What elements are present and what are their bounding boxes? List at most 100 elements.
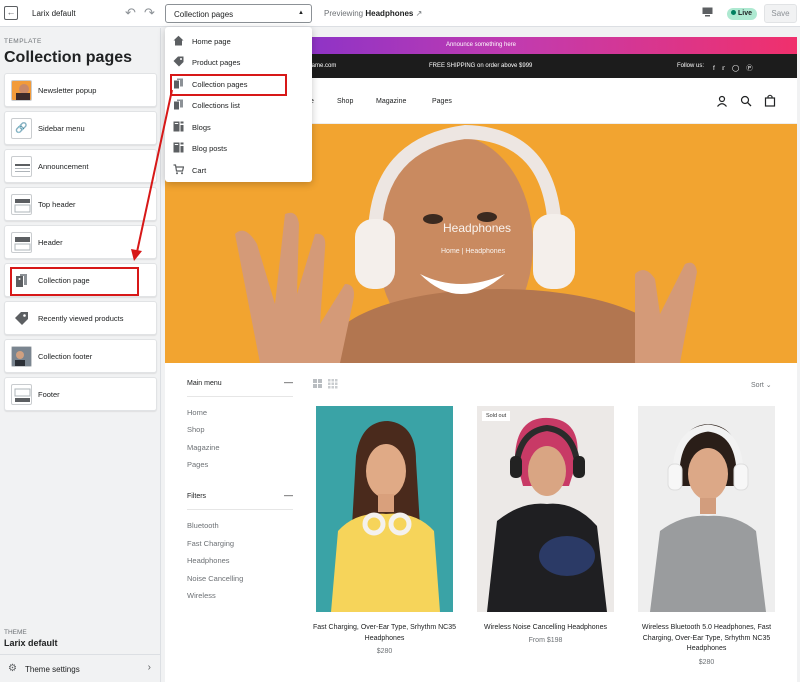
theme-settings-button[interactable]: ⚙ Theme settings ›	[0, 654, 161, 682]
editor-topbar: ← Larix default ↶ ↷ Collection pages ▲ P…	[0, 0, 800, 27]
menu-item-product-pages[interactable]: Product pages	[165, 52, 312, 72]
newsletter-thumbnail	[11, 80, 32, 101]
section-label: Announcement	[38, 162, 89, 171]
product-price: $280	[376, 648, 393, 655]
template-kicker: TEMPLATE	[4, 38, 42, 45]
sold-out-badge: Sold out	[482, 411, 511, 421]
save-button[interactable]: Save	[764, 4, 797, 23]
collapse-icon[interactable]: —	[284, 490, 293, 500]
top-header-layout-icon	[11, 194, 32, 215]
section-newsletter-popup[interactable]: Newsletter popup	[4, 73, 157, 107]
section-recently-viewed[interactable]: Recently viewed products	[4, 301, 157, 335]
page-title: Collection pages	[4, 49, 133, 66]
menu-link[interactable]: Pages	[187, 460, 208, 469]
preview-indicator[interactable]: Previewing Headphones ↗	[324, 9, 422, 18]
shipping-notice: FREE SHIPPING on order above $999	[429, 63, 533, 69]
caret-up-icon: ▲	[298, 10, 304, 16]
section-label: Sidebar menu	[38, 124, 85, 133]
filter-option[interactable]: Fast Charging	[187, 539, 234, 548]
product-name[interactable]: Wireless Noise Cancelling Headphones	[473, 623, 618, 634]
menu-item-collections-list[interactable]: Collections list	[165, 95, 312, 115]
live-badge-label: Live	[738, 10, 753, 17]
preview-prefix: Previewing	[324, 9, 364, 18]
desktop-icon[interactable]	[702, 7, 713, 17]
product-image[interactable]	[638, 406, 775, 612]
preview-product: Headphones	[365, 9, 414, 18]
hero-title: Headphones	[443, 221, 512, 235]
section-label: Header	[38, 238, 63, 247]
menu-item-label: Product pages	[192, 58, 241, 67]
section-announcement[interactable]: Announcement	[4, 149, 157, 183]
account-icon[interactable]	[716, 95, 728, 107]
section-label: Recently viewed products	[38, 314, 124, 323]
menu-link[interactable]: Home	[187, 408, 207, 417]
cart-icon	[173, 164, 184, 175]
sort-dropdown[interactable]: Sort ⌄	[751, 381, 772, 389]
section-label: Top header	[38, 200, 76, 209]
menu-item-blog-posts[interactable]: Blog posts	[165, 138, 312, 158]
blog-icon	[173, 142, 184, 153]
filter-option[interactable]: Wireless	[187, 591, 216, 600]
search-icon[interactable]	[740, 95, 752, 107]
breadcrumb[interactable]: Home | Headphones	[441, 248, 505, 255]
filter-option[interactable]: Headphones	[187, 556, 230, 565]
product-price: $280	[698, 659, 715, 666]
pinterest-icon[interactable]: Ⓟ	[746, 65, 760, 72]
page-template-select[interactable]: Collection pages ▲	[165, 4, 312, 23]
filters-heading[interactable]: Filters	[187, 493, 206, 500]
home-icon	[173, 35, 184, 46]
section-footer[interactable]: Footer	[4, 377, 157, 411]
follow-label: Follow us:	[677, 63, 705, 69]
menu-item-label: Collections list	[192, 101, 240, 110]
menu-item-home-page[interactable]: Home page	[165, 31, 312, 51]
twitter-icon[interactable]: 𝕣	[722, 65, 732, 72]
social-icons: f𝕣◯Ⓟ	[713, 62, 760, 72]
section-label: Collection footer	[38, 352, 93, 361]
nav-link-pages[interactable]: Pages	[432, 98, 452, 105]
section-header[interactable]: Header	[4, 225, 157, 259]
filter-option[interactable]: Noise Cancelling	[187, 574, 243, 583]
grid-view-icons	[313, 379, 338, 389]
external-link-icon: ↗	[415, 9, 423, 18]
collection-footer-thumbnail	[11, 346, 32, 367]
page-template-select-value: Collection pages	[174, 10, 234, 19]
product-image[interactable]	[316, 406, 453, 612]
gear-icon: ⚙	[8, 663, 17, 674]
main-menu-heading[interactable]: Main menu	[187, 380, 222, 387]
highlight-collection-page-section	[10, 267, 139, 296]
header-layout-icon	[11, 232, 32, 253]
menu-item-blogs[interactable]: Blogs	[165, 117, 312, 137]
exit-icon[interactable]: ←	[4, 6, 18, 20]
section-label: Newsletter popup	[38, 86, 97, 95]
section-top-header[interactable]: Top header	[4, 187, 157, 221]
collapse-icon[interactable]: —	[284, 377, 293, 387]
undo-icon[interactable]: ↶	[125, 5, 136, 21]
menu-item-label: Home page	[192, 37, 231, 46]
section-sidebar-menu[interactable]: 🔗 Sidebar menu	[4, 111, 157, 145]
menu-link[interactable]: Shop	[187, 425, 205, 434]
divider	[187, 509, 293, 510]
redo-icon[interactable]: ↷	[144, 5, 155, 21]
chevron-down-icon: ⌄	[765, 382, 772, 389]
menu-item-label: Blog posts	[192, 144, 228, 153]
grid-3-icon	[328, 379, 338, 389]
bag-icon[interactable]	[764, 94, 776, 107]
nav-link-magazine[interactable]: Magazine	[376, 98, 406, 105]
product-name[interactable]: Fast Charging, Over-Ear Type, Srhythm NC…	[312, 623, 457, 644]
divider	[187, 396, 293, 397]
product-name[interactable]: Wireless Bluetooth 5.0 Headphones, Fast …	[634, 623, 779, 655]
menu-item-label: Cart	[192, 166, 207, 175]
nav-link-shop[interactable]: Shop	[337, 98, 353, 105]
filter-option[interactable]: Bluetooth	[187, 521, 219, 530]
menu-link[interactable]: Magazine	[187, 443, 220, 452]
theme-name-footer: Larix default	[4, 638, 58, 648]
menu-item-label: Blogs	[192, 123, 211, 132]
menu-item-cart[interactable]: Cart	[165, 160, 312, 180]
tag-icon	[173, 56, 184, 67]
facebook-icon[interactable]: f	[713, 65, 722, 72]
product-image[interactable]	[477, 406, 614, 612]
collection-icon	[174, 99, 183, 110]
product-price: From $198	[528, 637, 563, 644]
section-collection-footer[interactable]: Collection footer	[4, 339, 157, 373]
instagram-icon[interactable]: ◯	[732, 65, 746, 72]
